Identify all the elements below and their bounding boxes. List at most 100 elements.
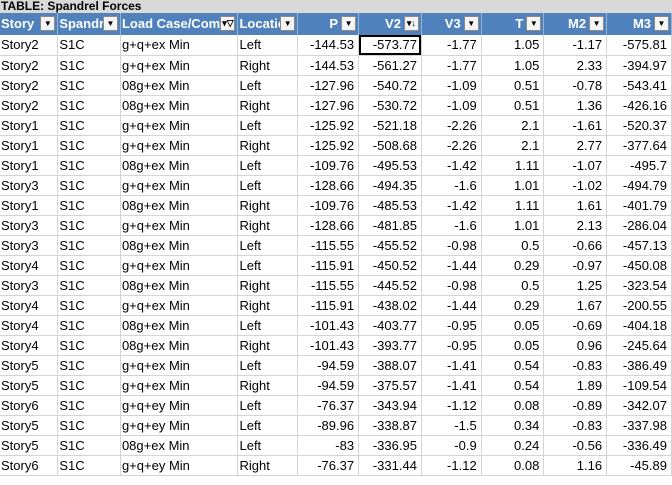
table-cell[interactable]: -394.97: [606, 55, 672, 76]
table-cell[interactable]: -1.5: [421, 415, 482, 436]
table-cell[interactable]: -115.91: [297, 255, 360, 276]
table-cell[interactable]: 0.08: [481, 455, 545, 476]
table-cell[interactable]: g+q+ex Min: [120, 375, 239, 396]
column-header-8[interactable]: M2 ▼: [543, 13, 608, 35]
table-cell[interactable]: -144.53: [297, 35, 360, 56]
table-cell[interactable]: -323.54: [606, 275, 672, 296]
column-header-7[interactable]: T ▼: [481, 13, 545, 35]
table-cell[interactable]: 0.29: [481, 295, 545, 316]
table-cell[interactable]: 0.05: [481, 335, 545, 356]
table-cell[interactable]: -1.12: [421, 395, 482, 416]
table-cell[interactable]: S1C: [57, 115, 121, 136]
table-cell[interactable]: -336.49: [606, 435, 672, 456]
table-cell[interactable]: -1.77: [421, 55, 482, 76]
table-cell[interactable]: Story4: [0, 255, 59, 276]
filter-funnel-icon[interactable]: ▾▽: [220, 16, 236, 31]
table-cell[interactable]: 2.1: [481, 135, 545, 156]
table-cell[interactable]: S1C: [57, 55, 121, 76]
table-cell[interactable]: 08g+ex Min: [120, 435, 239, 456]
table-cell[interactable]: -494.79: [606, 175, 672, 196]
table-cell[interactable]: Story2: [0, 35, 59, 56]
table-cell[interactable]: 1.67: [543, 295, 608, 316]
table-cell[interactable]: -1.42: [421, 155, 482, 176]
table-cell[interactable]: Story3: [0, 215, 59, 236]
dropdown-arrow-icon[interactable]: ▼: [102, 16, 118, 31]
table-cell[interactable]: -245.64: [606, 335, 672, 356]
table-cell[interactable]: 2.1: [481, 115, 545, 136]
table-cell[interactable]: 1.01: [481, 175, 545, 196]
dropdown-arrow-icon[interactable]: ▼: [40, 16, 56, 31]
table-cell[interactable]: Story3: [0, 275, 59, 296]
table-cell[interactable]: 2.33: [543, 55, 608, 76]
table-cell[interactable]: -455.52: [358, 235, 422, 256]
table-cell[interactable]: g+q+ey Min: [120, 455, 239, 476]
table-cell[interactable]: -337.98: [606, 415, 672, 436]
table-cell[interactable]: -1.44: [421, 295, 482, 316]
table-cell[interactable]: -89.96: [297, 415, 360, 436]
table-cell[interactable]: -0.66: [543, 235, 608, 256]
table-cell[interactable]: Left: [237, 435, 299, 456]
table-cell[interactable]: Story5: [0, 355, 59, 376]
table-cell[interactable]: S1C: [57, 215, 121, 236]
table-cell[interactable]: g+q+ey Min: [120, 395, 239, 416]
table-cell[interactable]: Left: [237, 415, 299, 436]
table-cell[interactable]: S1C: [57, 315, 121, 336]
table-cell[interactable]: 1.25: [543, 275, 608, 296]
table-cell[interactable]: Story5: [0, 375, 59, 396]
table-cell[interactable]: Story1: [0, 115, 59, 136]
table-cell[interactable]: -1.07: [543, 155, 608, 176]
dropdown-arrow-icon[interactable]: ▼: [341, 16, 357, 31]
table-cell[interactable]: -1.09: [421, 75, 482, 96]
table-cell[interactable]: -485.53: [358, 195, 422, 216]
table-cell[interactable]: -561.27: [358, 55, 422, 76]
table-cell[interactable]: -0.56: [543, 435, 608, 456]
table-cell[interactable]: 0.96: [543, 335, 608, 356]
column-header-3[interactable]: Location▼: [237, 13, 299, 35]
table-cell[interactable]: 1.36: [543, 95, 608, 116]
table-cell[interactable]: -450.52: [358, 255, 422, 276]
table-cell[interactable]: S1C: [57, 75, 121, 96]
table-cell[interactable]: 0.5: [481, 275, 545, 296]
table-cell[interactable]: S1C: [57, 375, 121, 396]
table-cell[interactable]: Right: [237, 295, 299, 316]
table-cell[interactable]: 0.54: [481, 355, 545, 376]
table-cell[interactable]: S1C: [57, 195, 121, 216]
table-cell[interactable]: 1.11: [481, 195, 545, 216]
table-cell[interactable]: g+q+ex Min: [120, 35, 239, 56]
table-cell[interactable]: -94.59: [297, 375, 360, 396]
table-cell[interactable]: -0.97: [543, 255, 608, 276]
table-cell[interactable]: -508.68: [358, 135, 422, 156]
table-cell[interactable]: g+q+ex Min: [120, 115, 239, 136]
table-cell[interactable]: -426.16: [606, 95, 672, 116]
table-cell[interactable]: -388.07: [358, 355, 422, 376]
table-cell[interactable]: -0.78: [543, 75, 608, 96]
table-cell[interactable]: -1.77: [421, 35, 482, 56]
table-cell[interactable]: Left: [237, 155, 299, 176]
table-cell[interactable]: S1C: [57, 355, 121, 376]
column-header-5[interactable]: V2 ▾↓: [358, 13, 422, 35]
table-cell[interactable]: 08g+ex Min: [120, 275, 239, 296]
table-cell[interactable]: -403.77: [358, 315, 422, 336]
table-cell[interactable]: g+q+ex Min: [120, 255, 239, 276]
sort-descending-icon[interactable]: ▾↓: [403, 16, 419, 31]
table-cell[interactable]: -101.43: [297, 315, 360, 336]
table-cell[interactable]: -0.89: [543, 395, 608, 416]
table-cell[interactable]: -521.18: [358, 115, 422, 136]
table-cell[interactable]: 1.61: [543, 195, 608, 216]
table-cell[interactable]: -2.26: [421, 135, 482, 156]
table-cell[interactable]: -125.92: [297, 115, 360, 136]
table-cell[interactable]: Left: [237, 235, 299, 256]
table-cell[interactable]: S1C: [57, 95, 121, 116]
table-cell[interactable]: S1C: [57, 155, 121, 176]
table-cell[interactable]: Story1: [0, 155, 59, 176]
table-cell[interactable]: S1C: [57, 255, 121, 276]
table-cell[interactable]: 08g+ex Min: [120, 155, 239, 176]
table-cell[interactable]: -115.91: [297, 295, 360, 316]
dropdown-arrow-icon[interactable]: ▼: [463, 16, 479, 31]
table-cell[interactable]: -109.54: [606, 375, 672, 396]
table-cell[interactable]: Story5: [0, 435, 59, 456]
table-cell[interactable]: -127.96: [297, 95, 360, 116]
table-cell[interactable]: -128.66: [297, 175, 360, 196]
table-cell[interactable]: -127.96: [297, 75, 360, 96]
table-cell[interactable]: -115.55: [297, 275, 360, 296]
